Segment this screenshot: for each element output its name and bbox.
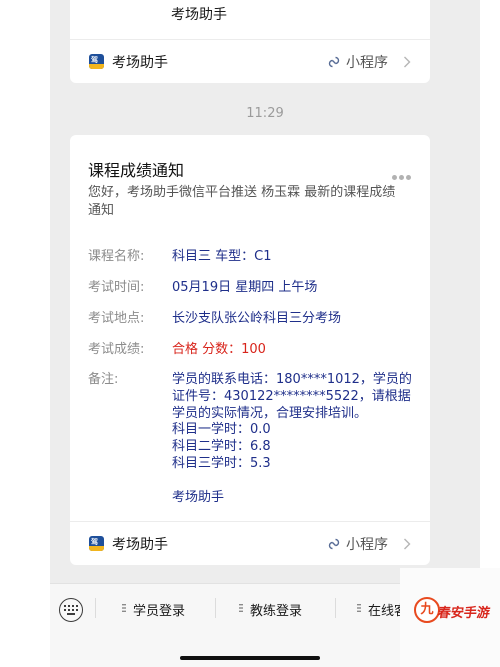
menu-label: 学员登录 xyxy=(133,604,186,619)
miniprogram-type-label: 小程序 xyxy=(346,536,388,553)
submenu-icon xyxy=(122,604,126,612)
course-score-notice-card[interactable]: 课程成绩通知 您好，考场助手微信平台推送 杨玉霖 最新的课程成绩通知 课程名称:… xyxy=(70,135,430,565)
miniprogram-link-icon xyxy=(328,56,340,67)
menu-divider xyxy=(335,598,336,618)
remark-value: 学员的联系电话：180****1012，学员的证件号：430122*******… xyxy=(172,372,416,473)
field-value: 05月19日 星期四 上午场 xyxy=(172,280,318,295)
chevron-right-icon xyxy=(404,538,411,549)
remark-line: 学员的联系电话：180****1012，学员的证件号：430122*******… xyxy=(172,372,412,421)
remark-line: 科目一学时：0.0 xyxy=(172,422,271,438)
miniprogram-type-label: 小程序 xyxy=(346,54,388,71)
field-label: 备注: xyxy=(88,372,119,387)
message-timestamp: 11:29 xyxy=(246,106,284,121)
notice-intro: 您好，考场助手微信平台推送 杨玉霖 最新的课程成绩通知 xyxy=(88,185,396,218)
menu-coach-login[interactable]: 教练登录 xyxy=(239,600,303,619)
notice-title: 课程成绩通知 xyxy=(88,161,185,180)
menu-divider xyxy=(215,598,216,618)
miniprogram-footer[interactable]: 驾 考场助手 小程序 xyxy=(70,39,430,83)
menu-divider xyxy=(95,598,96,618)
chat-screen: 考场助手 驾 考场助手 小程序 11:29 课程成绩通知 您好，考场助手微信平台… xyxy=(50,0,480,667)
home-indicator[interactable] xyxy=(180,656,320,660)
field-value: 长沙支队张公岭科目三分考场 xyxy=(172,311,342,326)
miniprogram-name: 考场助手 xyxy=(112,536,168,553)
field-value: 科目三 车型：C1 xyxy=(172,249,272,264)
field-label: 课程名称: xyxy=(88,249,145,264)
submenu-icon xyxy=(239,604,243,612)
exam-assistant-logo-icon: 驾 xyxy=(89,536,104,551)
miniprogram-footer[interactable]: 驾 考场助手 小程序 xyxy=(70,521,430,565)
field-value-pass: 合格 分数：100 xyxy=(172,342,266,357)
previous-card-signoff: 考场助手 xyxy=(171,7,227,23)
previous-notice-card[interactable]: 考场助手 驾 考场助手 小程序 xyxy=(70,0,430,83)
menu-label: 教练登录 xyxy=(250,604,303,619)
miniprogram-name: 考场助手 xyxy=(112,54,168,71)
more-options-icon[interactable] xyxy=(392,165,414,180)
site-watermark: 九 春安手游 xyxy=(400,568,500,667)
exam-assistant-logo-icon: 驾 xyxy=(89,54,104,69)
notice-signoff: 考场助手 xyxy=(172,490,225,505)
remark-line: 科目二学时：6.8 xyxy=(172,439,271,455)
watermark-text: 春安手游 xyxy=(436,606,491,621)
remark-line: 科目三学时：5.3 xyxy=(172,455,271,471)
field-label: 考试时间: xyxy=(88,280,145,295)
field-label: 考试成绩: xyxy=(88,342,145,357)
keyboard-toggle-icon[interactable] xyxy=(59,598,83,622)
menu-student-login[interactable]: 学员登录 xyxy=(122,600,186,619)
field-label: 考试地点: xyxy=(88,311,145,326)
submenu-icon xyxy=(357,604,361,612)
miniprogram-link-icon xyxy=(328,538,340,549)
chevron-right-icon xyxy=(404,56,411,67)
